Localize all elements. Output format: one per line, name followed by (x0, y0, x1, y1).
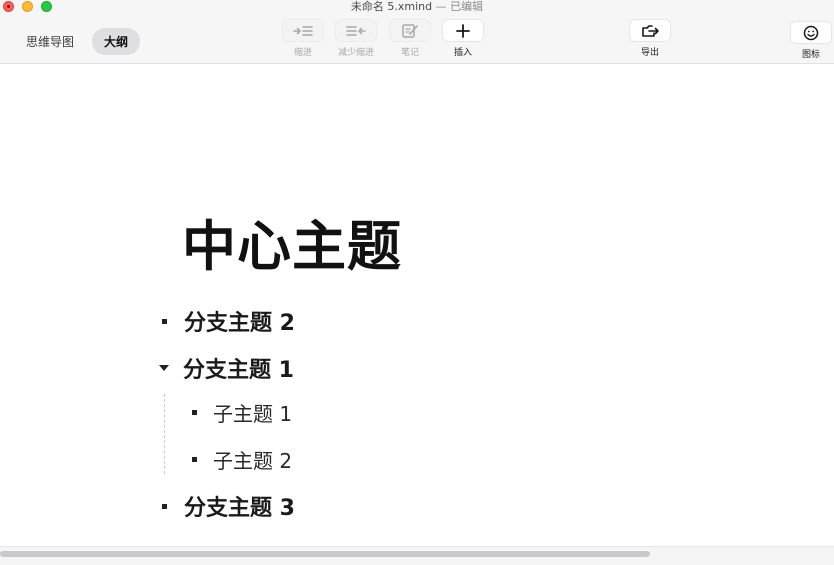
bullet-square-icon[interactable] (192, 410, 197, 415)
insert-tool: 插入 (442, 19, 484, 58)
tab-mindmap[interactable]: 思维导图 (14, 28, 86, 55)
export-button[interactable] (629, 19, 671, 42)
bullet-square-icon[interactable] (162, 318, 167, 324)
export-tool: 导出 (629, 19, 671, 58)
branch-topic-row[interactable]: 分支主题 1 (159, 352, 294, 384)
branch-topic-row[interactable]: 分支主题 3 (162, 490, 295, 522)
plus-icon (456, 23, 470, 38)
outdent-tool: 减少缩进 (335, 19, 377, 58)
indent-icon (293, 25, 313, 36)
tab-outline[interactable]: 大纲 (92, 28, 141, 55)
insert-label: 插入 (453, 48, 472, 58)
collapse-caret-icon[interactable] (159, 365, 169, 371)
window-title: 未命名 5.xmind — 已编辑 (0, 0, 834, 13)
horizontal-scrollbar[interactable] (0, 546, 834, 565)
indent-guide-line (164, 394, 165, 474)
note-label: 笔记 (400, 48, 419, 58)
icon-label: 图标 (801, 50, 820, 60)
indent-button[interactable] (282, 19, 324, 42)
branch-topic-label[interactable]: 分支主题 3 (184, 490, 295, 522)
indent-tool: 缩进 (282, 19, 324, 58)
document-filename: 未命名 5.xmind (350, 0, 433, 13)
outdent-button[interactable] (335, 19, 377, 42)
note-button[interactable] (389, 19, 431, 42)
view-switcher: 思维导图 大纲 (14, 28, 141, 55)
icon-tool: 图标 (790, 21, 832, 60)
icon-button[interactable] (790, 21, 832, 44)
bullet-square-icon[interactable] (162, 503, 167, 509)
bullet-square-icon[interactable] (192, 457, 197, 462)
branch-topic-row[interactable]: 分支主题 2 (162, 305, 295, 337)
subtopic-row[interactable]: 子主题 1 (192, 398, 292, 427)
branch-topic-label[interactable]: 分支主题 1 (183, 352, 294, 384)
export-icon (642, 24, 659, 37)
scrollbar-thumb[interactable] (0, 551, 650, 557)
outdent-label: 减少缩进 (337, 48, 374, 58)
subtopic-label[interactable]: 子主题 2 (213, 445, 292, 474)
outdent-icon (346, 25, 366, 36)
export-label: 导出 (640, 48, 659, 58)
smiley-icon (803, 25, 819, 40)
branch-topic-label[interactable]: 分支主题 2 (184, 305, 295, 337)
outline-canvas: 中心主题 分支主题 2 分支主题 1 子主题 1 子主题 2 分支主题 3 (0, 64, 834, 546)
title-toolbar: 未命名 5.xmind — 已编辑 思维导图 大纲 缩进 减少缩进 笔记 插入 … (0, 0, 834, 64)
subtopic-label[interactable]: 子主题 1 (213, 398, 292, 427)
note-icon (402, 23, 418, 38)
note-tool: 笔记 (389, 19, 431, 58)
central-topic[interactable]: 中心主题 (182, 202, 402, 281)
indent-label: 缩进 (293, 48, 312, 58)
subtopic-row[interactable]: 子主题 2 (192, 445, 292, 474)
insert-button[interactable] (442, 19, 484, 42)
edited-status: — 已编辑 (432, 0, 484, 13)
